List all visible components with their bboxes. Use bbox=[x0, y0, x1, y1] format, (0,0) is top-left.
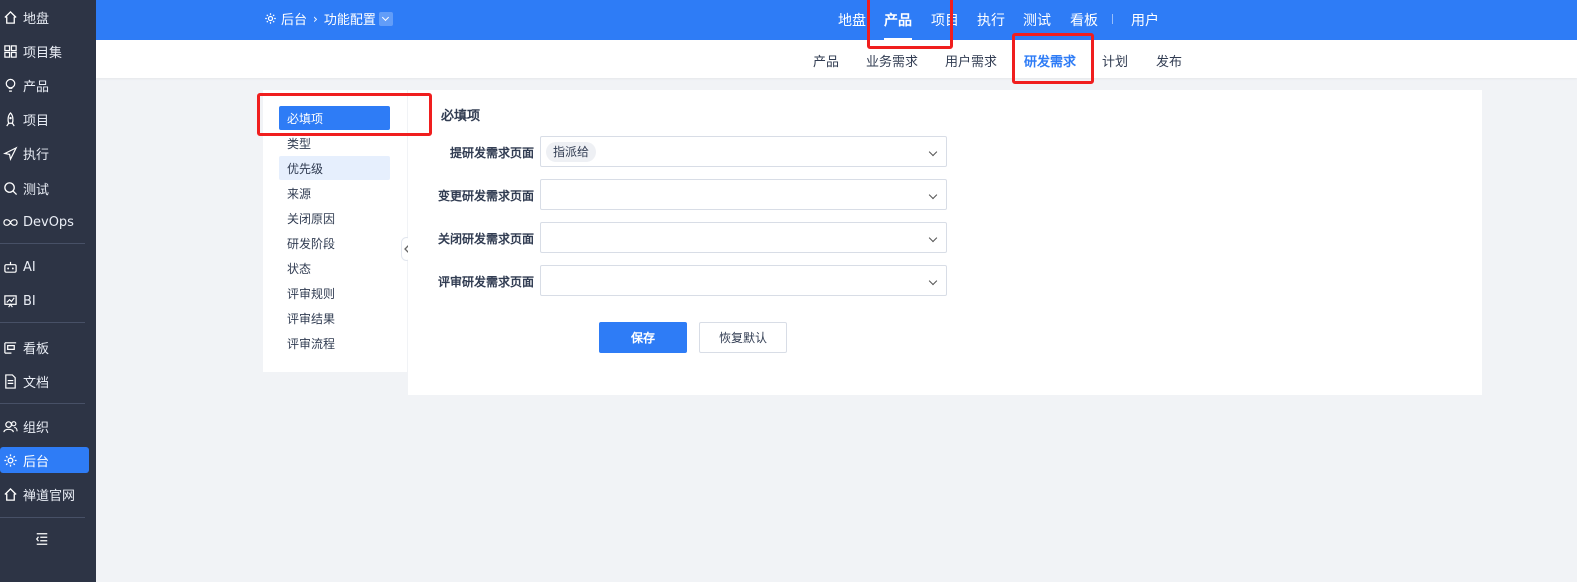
sidebar-item-label: 组织 bbox=[23, 420, 50, 436]
rocket-icon bbox=[6, 111, 15, 126]
highlight-box-product-tab bbox=[867, 0, 953, 49]
menu-item-close-reason[interactable]: 关闭原因 bbox=[279, 206, 390, 230]
subnav-release[interactable]: 发布 bbox=[1156, 51, 1182, 70]
sidebar-item-label: 产品 bbox=[23, 79, 50, 95]
sidebar-divider bbox=[0, 403, 85, 404]
sidebar-item-ai[interactable]: AI bbox=[0, 254, 90, 280]
home-icon bbox=[4, 487, 17, 501]
topnav-user[interactable]: 用户 bbox=[1131, 0, 1159, 40]
sidebar-item-kanban[interactable]: 看板 bbox=[0, 334, 90, 360]
sidebar-item-label: 看板 bbox=[23, 341, 50, 357]
chevron-right-icon: › bbox=[313, 11, 318, 26]
topnav-divider bbox=[1112, 14, 1113, 24]
home-icon bbox=[4, 10, 17, 24]
highlight-box-required-item bbox=[257, 93, 432, 136]
sidebar-item-label: 测试 bbox=[23, 182, 50, 198]
field-label-change: 变更研发需求页面 bbox=[437, 189, 534, 203]
restore-default-button[interactable]: 恢复默认 bbox=[699, 322, 787, 353]
breadcrumb: 后台 › 功能配置 bbox=[264, 9, 393, 28]
menu-item-review-result[interactable]: 评审结果 bbox=[279, 306, 390, 330]
topnav-execution[interactable]: 执行 bbox=[977, 0, 1005, 40]
sidebar-item-label: DevOps bbox=[23, 214, 74, 230]
grid-icon bbox=[4, 44, 17, 58]
breadcrumb-root[interactable]: 后台 bbox=[281, 9, 307, 28]
menu-item-review-flow[interactable]: 评审流程 bbox=[279, 331, 390, 355]
sidebar-item-label: BI bbox=[23, 293, 36, 309]
chevron-down-icon bbox=[928, 190, 938, 200]
chevron-down-icon bbox=[928, 276, 938, 286]
breadcrumb-current[interactable]: 功能配置 bbox=[324, 9, 376, 28]
review-story-required-select[interactable] bbox=[540, 265, 947, 296]
close-story-required-select[interactable] bbox=[540, 222, 947, 253]
sidebar-item-label: 文档 bbox=[23, 375, 50, 391]
selected-tag[interactable]: 指派给 bbox=[546, 142, 597, 162]
sidebar-item-label: 执行 bbox=[23, 147, 50, 163]
field-label-close: 关闭研发需求页面 bbox=[437, 232, 534, 246]
subnav-user-requirement[interactable]: 用户需求 bbox=[945, 51, 997, 70]
highlight-box-story-tab bbox=[1012, 33, 1094, 84]
menu-item-review-rules[interactable]: 评审规则 bbox=[279, 281, 390, 305]
sidebar-item-project[interactable]: 项目 bbox=[0, 106, 90, 132]
sidebar-item-devops[interactable]: DevOps bbox=[0, 209, 90, 235]
sidebar-item-dashboard[interactable]: 地盘 bbox=[0, 4, 90, 30]
sidebar-item-bi[interactable]: BI bbox=[0, 288, 90, 314]
robot-icon bbox=[4, 261, 17, 273]
menu-item-source[interactable]: 来源 bbox=[279, 181, 390, 205]
sidebar-divider bbox=[0, 322, 85, 323]
field-label-create: 提研发需求页面 bbox=[449, 146, 534, 160]
chart-icon bbox=[4, 294, 17, 307]
sidebar-item-doc[interactable]: 文档 bbox=[0, 368, 90, 394]
sidebar-item-execution[interactable]: 执行 bbox=[0, 140, 90, 166]
change-story-required-select[interactable] bbox=[540, 179, 947, 210]
collapse-menu-icon[interactable] bbox=[35, 532, 49, 546]
sidebar: 地盘 项目集 产品 项目 执行 测试 DevOps AI BI 看板 文档 组织… bbox=[0, 0, 96, 582]
sub-navbar: 产品 业务需求 用户需求 研发需求 计划 发布 bbox=[96, 40, 1577, 78]
sidebar-item-label: 项目集 bbox=[23, 45, 63, 61]
subnav-plan[interactable]: 计划 bbox=[1102, 51, 1128, 70]
top-navbar: 后台 › 功能配置 地盘 产品 项目 执行 测试 看板 用户 bbox=[96, 0, 1577, 40]
sidebar-item-label: 后台 bbox=[23, 454, 50, 470]
sidebar-item-org[interactable]: 组织 bbox=[0, 413, 90, 439]
sidebar-item-admin[interactable]: 后台 bbox=[0, 447, 89, 473]
menu-item-stage[interactable]: 研发阶段 bbox=[279, 231, 390, 255]
sidebar-item-zentao-site[interactable]: 禅道官网 bbox=[0, 481, 90, 507]
chevron-down-icon bbox=[928, 233, 938, 243]
users-icon bbox=[3, 420, 18, 432]
sidebar-item-label: 项目 bbox=[23, 113, 50, 129]
send-icon bbox=[3, 146, 18, 161]
subnav-business-requirement[interactable]: 业务需求 bbox=[866, 51, 918, 70]
create-story-required-select[interactable]: 指派给 bbox=[540, 136, 947, 167]
menu-item-status[interactable]: 状态 bbox=[279, 256, 390, 280]
required-fields-form: 必填项 提研发需求页面 指派给 变更研发需求页面 关闭研发需求页面 评审研发需求… bbox=[408, 90, 1482, 395]
sidebar-item-test[interactable]: 测试 bbox=[0, 175, 90, 201]
dropdown-icon[interactable] bbox=[378, 11, 393, 26]
gear-icon bbox=[4, 453, 17, 467]
sidebar-item-label: AI bbox=[23, 259, 36, 275]
search-icon bbox=[4, 181, 18, 195]
document-icon bbox=[5, 373, 16, 389]
sidebar-item-label: 禅道官网 bbox=[23, 488, 76, 504]
lightbulb-icon bbox=[5, 78, 16, 92]
kanban-icon bbox=[4, 341, 17, 354]
field-label-review: 评审研发需求页面 bbox=[437, 275, 534, 289]
subnav-product[interactable]: 产品 bbox=[813, 51, 839, 70]
sidebar-item-program[interactable]: 项目集 bbox=[0, 38, 90, 64]
chevron-down-icon bbox=[928, 147, 938, 157]
sidebar-divider bbox=[0, 243, 85, 244]
infinity-icon bbox=[3, 218, 18, 226]
sidebar-item-label: 地盘 bbox=[23, 11, 50, 27]
save-button[interactable]: 保存 bbox=[599, 322, 687, 353]
sidebar-item-product[interactable]: 产品 bbox=[0, 72, 90, 98]
form-title: 必填项 bbox=[441, 109, 481, 124]
menu-item-priority[interactable]: 优先级 bbox=[279, 156, 390, 180]
sidebar-divider bbox=[0, 517, 85, 518]
topnav-my[interactable]: 地盘 bbox=[838, 0, 866, 40]
gear-icon bbox=[265, 13, 276, 24]
